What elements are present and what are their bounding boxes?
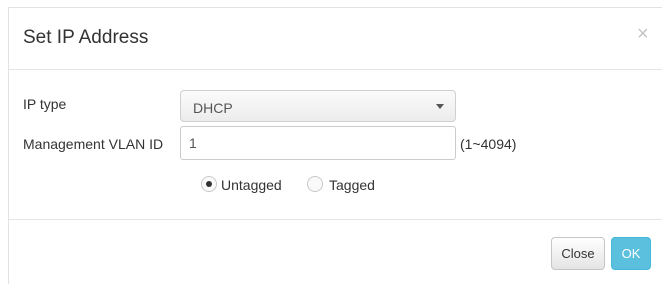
footer-divider bbox=[9, 219, 662, 220]
vlan-id-input[interactable] bbox=[180, 126, 456, 160]
close-icon[interactable]: × bbox=[637, 24, 649, 44]
vlan-range-hint: (1~4094) bbox=[460, 136, 517, 152]
set-ip-address-dialog: Set IP Address × IP type DHCP Management… bbox=[8, 7, 662, 284]
ok-button[interactable]: OK bbox=[611, 237, 651, 270]
radio-tagged[interactable] bbox=[307, 176, 323, 192]
chevron-down-icon bbox=[436, 104, 444, 109]
dialog-header: Set IP Address × bbox=[9, 8, 662, 70]
ip-type-label: IP type bbox=[23, 96, 67, 112]
dialog-title: Set IP Address bbox=[23, 27, 149, 48]
ip-type-select[interactable]: DHCP bbox=[180, 90, 456, 122]
close-button[interactable]: Close bbox=[551, 237, 605, 270]
vlan-id-label: Management VLAN ID bbox=[23, 136, 164, 152]
radio-untagged-label[interactable]: Untagged bbox=[221, 177, 282, 193]
radio-untagged[interactable] bbox=[201, 176, 217, 192]
ip-type-selected-value: DHCP bbox=[193, 100, 233, 116]
radio-tagged-label[interactable]: Tagged bbox=[329, 177, 375, 193]
